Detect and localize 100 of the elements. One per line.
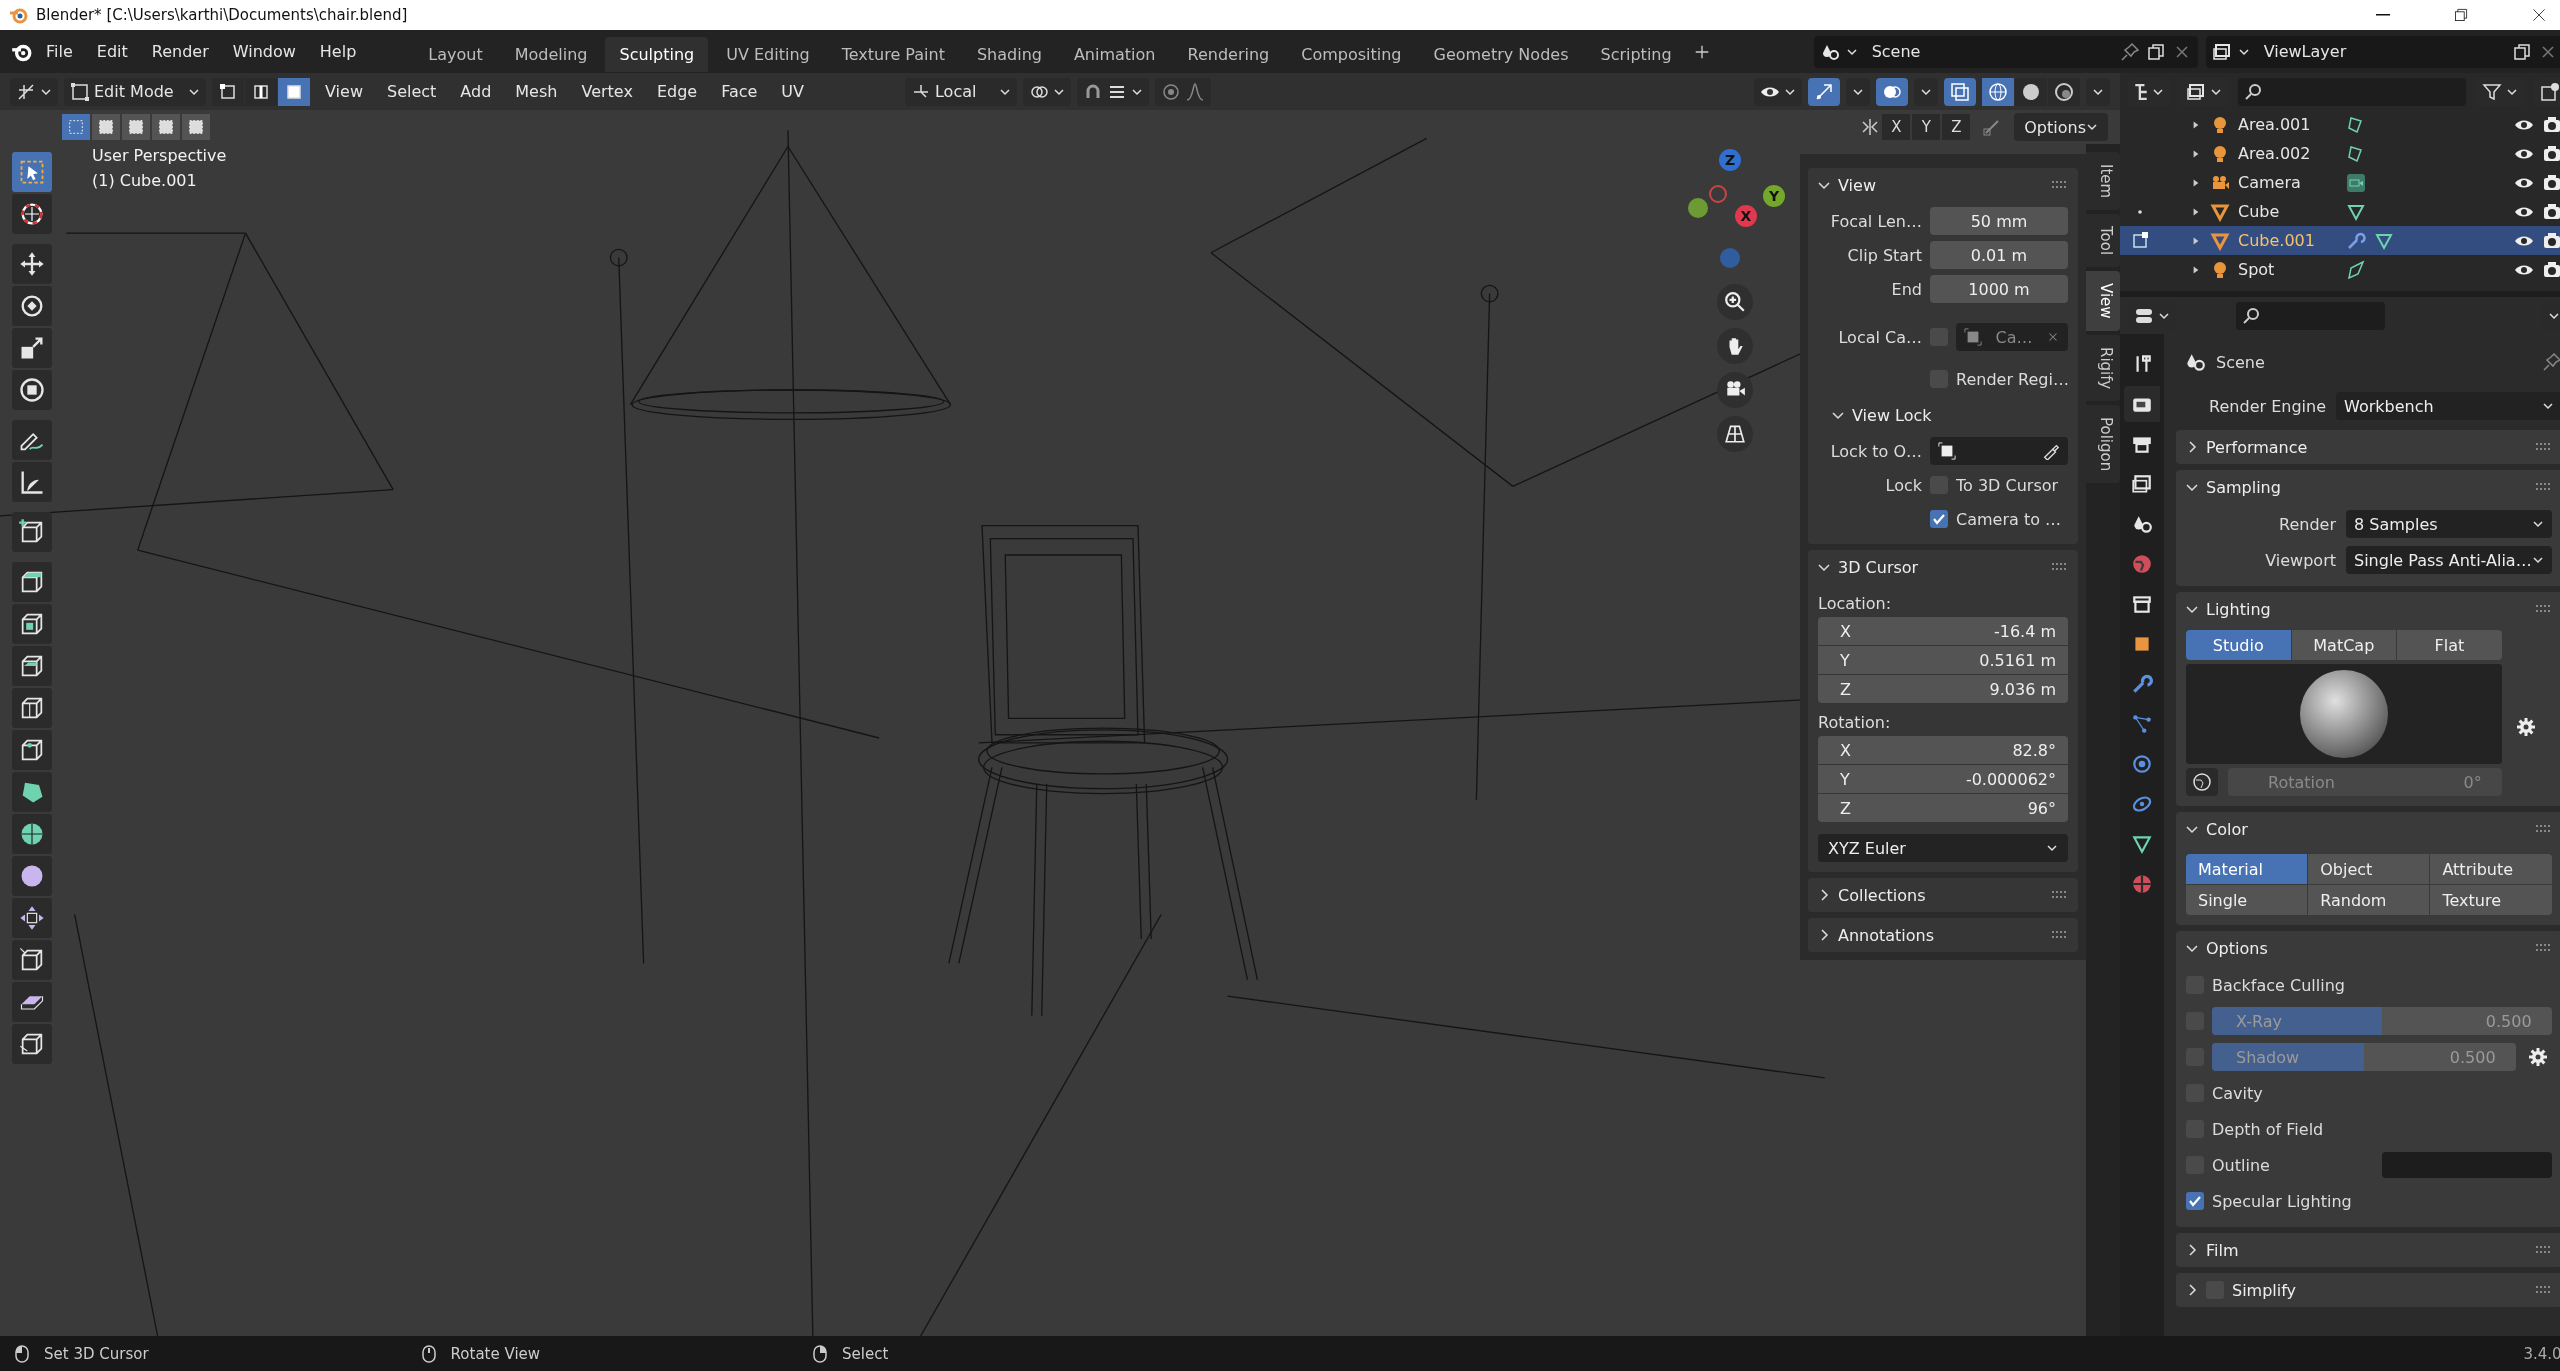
scene-selector[interactable]: Scene xyxy=(1813,35,2198,68)
checkbox-label: Specular Lighting xyxy=(2212,1191,2352,1211)
checkbox-label: Render Regi… xyxy=(1956,369,2069,389)
checkbox-label: Cavity xyxy=(2212,1083,2263,1103)
number-field[interactable]: 1000 m xyxy=(1930,275,2068,303)
checkbox-label: Depth of Field xyxy=(2212,1119,2324,1139)
menu-item[interactable]: Edit xyxy=(86,36,138,67)
color-mode-button[interactable]: Single xyxy=(2186,885,2308,915)
panel-title[interactable]: Sampling xyxy=(2206,477,2281,497)
color-mode-button[interactable]: Texture xyxy=(2430,885,2552,915)
lighting-mode-button[interactable]: MatCap xyxy=(2291,630,2397,660)
field-label: Lock to O… xyxy=(1829,441,1922,461)
version-text: 3.4.0 xyxy=(2523,1344,2560,1363)
panel-title[interactable]: Color xyxy=(2206,819,2248,839)
axis-handle[interactable]: Y xyxy=(1763,185,1785,207)
view-layer-name[interactable]: ViewLayer xyxy=(2255,42,2506,61)
menu-item[interactable]: View xyxy=(316,78,372,105)
outliner-row[interactable]: Cube xyxy=(2120,197,2560,226)
field-value: 9.036 m xyxy=(1989,679,2056,699)
vector-field[interactable]: Z 96° xyxy=(1818,794,2068,822)
axis-toggle[interactable]: X xyxy=(1882,114,1911,140)
outliner-row[interactable]: Area.002 xyxy=(2120,139,2560,168)
panel-title[interactable]: Lighting xyxy=(2206,599,2271,619)
sidebar-tab[interactable]: Rigify xyxy=(2086,334,2120,402)
lighting-mode-button[interactable]: Studio xyxy=(2186,630,2291,660)
workspace-tab[interactable]: Animation xyxy=(1059,37,1170,72)
panel-title[interactable]: Simplify xyxy=(2232,1280,2297,1300)
panel-title[interactable]: 3D Cursor xyxy=(1838,557,1919,577)
color-mode-button[interactable]: Material xyxy=(2186,854,2308,884)
workspace-tab[interactable]: Shading xyxy=(962,37,1056,72)
panel-title[interactable]: Collections xyxy=(1838,885,1926,905)
panel-title[interactable]: Performance xyxy=(2206,437,2308,457)
sidebar-tab[interactable]: Item xyxy=(2086,152,2120,211)
render-engine-dropdown[interactable]: Workbench xyxy=(2336,392,2560,420)
outliner-row[interactable]: Camera xyxy=(2120,168,2560,197)
workspace-tab[interactable]: Sculpting xyxy=(605,37,709,72)
workspace-tab[interactable]: Scripting xyxy=(1586,37,1686,72)
scene-name[interactable]: Scene xyxy=(1863,42,2114,61)
color-mode-button[interactable]: Object xyxy=(2308,854,2430,884)
object-name: Camera xyxy=(2238,173,2302,192)
number-field[interactable]: 50 mm xyxy=(1930,207,2068,235)
menu-item[interactable]: Add xyxy=(451,78,501,105)
axis-label: X xyxy=(1840,621,1851,641)
menu-item[interactable]: UV xyxy=(772,78,813,105)
mode-dropdown[interactable]: Edit Mode xyxy=(64,77,206,106)
menu-item[interactable]: File xyxy=(36,36,83,67)
menu-item[interactable]: Edge xyxy=(647,78,707,105)
view-layer-selector[interactable]: ViewLayer xyxy=(2205,35,2560,68)
menu-item[interactable]: Select xyxy=(377,78,446,105)
vector-field[interactable]: X -16.4 m xyxy=(1818,617,2068,645)
field-value: -16.4 m xyxy=(1993,621,2056,641)
menu-item[interactable]: Face xyxy=(712,78,767,105)
color-mode-button[interactable]: Random xyxy=(2308,885,2430,915)
checkbox-label: Camera to … xyxy=(1956,509,2062,529)
menu-item[interactable]: Vertex xyxy=(572,78,642,105)
axis-handle[interactable]: Z xyxy=(1719,149,1741,171)
axis-toggle[interactable]: Y xyxy=(1912,114,1941,140)
sidebar-tab[interactable]: Poligon xyxy=(2086,405,2120,484)
object-field[interactable]: Ca… xyxy=(1956,323,2068,351)
object-name: Spot xyxy=(2238,260,2276,279)
workspace-tab[interactable]: Geometry Nodes xyxy=(1419,37,1583,72)
menu-item[interactable]: Help xyxy=(309,36,367,67)
panel-title[interactable]: Options xyxy=(2206,938,2268,958)
object-name: Area.002 xyxy=(2238,144,2312,163)
rotation-mode-dropdown[interactable]: XYZ Euler xyxy=(1818,834,2068,862)
color-mode-button[interactable]: Attribute xyxy=(2430,854,2552,884)
orientation-dropdown[interactable]: Local xyxy=(905,77,1017,106)
lighting-mode-button[interactable]: Flat xyxy=(2397,630,2502,660)
navigation-gizmo[interactable]: Z Y X xyxy=(1680,146,1790,276)
workspace-tab[interactable]: Layout xyxy=(414,37,497,72)
outliner-row[interactable]: Area.001 xyxy=(2120,110,2560,139)
axis-handle[interactable]: X xyxy=(1735,205,1757,227)
workspace-tab[interactable]: Modeling xyxy=(500,37,602,72)
options-dropdown[interactable]: Options xyxy=(2014,113,2108,141)
sidebar-tab[interactable]: View xyxy=(2086,271,2120,331)
subpanel-title[interactable]: View Lock xyxy=(1852,405,1932,425)
viewport-info-text: User Perspective xyxy=(92,146,227,165)
menu-item[interactable]: Render xyxy=(141,36,219,67)
number-field[interactable]: 0.01 m xyxy=(1930,241,2068,269)
menu-item[interactable]: Window xyxy=(222,36,306,67)
axis-toggle[interactable]: Z xyxy=(1942,114,1971,140)
panel-title[interactable]: View xyxy=(1838,175,1876,195)
status-hint: Rotate View xyxy=(450,1344,541,1363)
field-label: Render Engine xyxy=(2208,396,2326,416)
workspace-tab[interactable]: Rendering xyxy=(1173,37,1284,72)
menu-item[interactable]: Mesh xyxy=(506,78,567,105)
outliner-row[interactable]: Cube.001 xyxy=(2120,226,2560,255)
vector-field[interactable]: Z 9.036 m xyxy=(1818,675,2068,703)
outliner-row[interactable]: Spot xyxy=(2120,255,2560,284)
object-name: Cube xyxy=(2238,202,2281,221)
workspace-tab[interactable]: Texture Paint xyxy=(827,37,959,72)
workspace-tab[interactable]: UV Editing xyxy=(712,37,824,72)
dropdown[interactable]: 8 Samples xyxy=(2346,510,2552,538)
dropdown[interactable]: Single Pass Anti-Alia… xyxy=(2346,546,2552,574)
vector-field[interactable]: Y -0.000062° xyxy=(1818,765,2068,793)
vector-field[interactable]: Y 0.5161 m xyxy=(1818,646,2068,674)
panel-title[interactable]: Film xyxy=(2206,1240,2239,1260)
sidebar-tab[interactable]: Tool xyxy=(2086,214,2120,268)
vector-field[interactable]: X 82.8° xyxy=(1818,736,2068,764)
workspace-tab[interactable]: Compositing xyxy=(1287,37,1416,72)
